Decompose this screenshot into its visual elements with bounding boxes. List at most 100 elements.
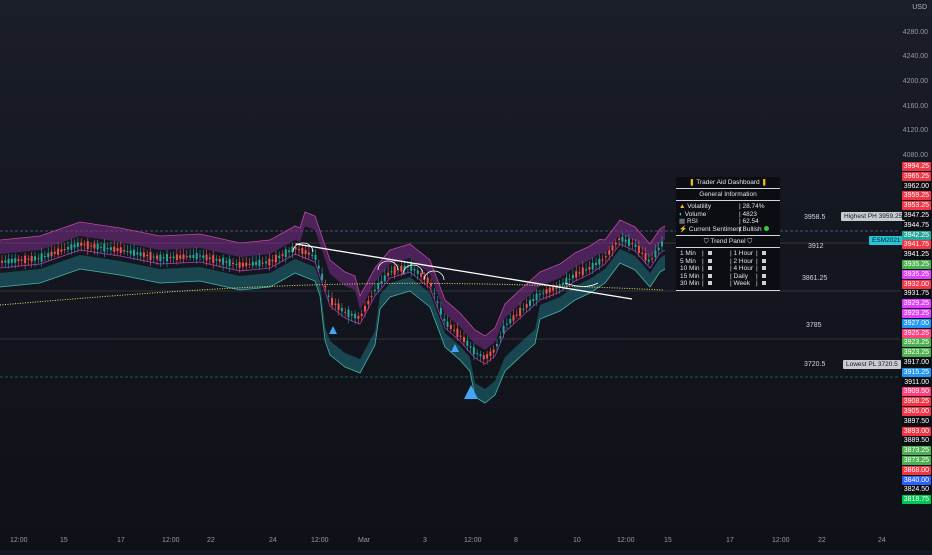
- candle-body: [146, 254, 149, 257]
- candle-body: [192, 254, 195, 258]
- candle-body: [588, 267, 591, 270]
- candle-body: [578, 272, 581, 274]
- candle-body: [651, 258, 654, 260]
- price-plot[interactable]: [0, 0, 932, 550]
- candle-body: [585, 269, 588, 271]
- candle-body: [20, 259, 23, 261]
- candle-body: [93, 243, 96, 249]
- time-axis-label: 15: [664, 537, 672, 544]
- candle-body: [453, 329, 456, 331]
- candle-body: [433, 293, 436, 295]
- candle-body: [152, 256, 155, 258]
- candle-body: [357, 315, 360, 319]
- level-label: 3861.25: [802, 275, 828, 282]
- candle-body: [654, 250, 657, 258]
- candle-body: [321, 273, 324, 280]
- candle-body: [251, 261, 254, 266]
- candle-body: [50, 251, 53, 257]
- candle-body: [53, 251, 56, 254]
- candle-body: [63, 249, 66, 251]
- candle-body: [621, 236, 624, 242]
- price-tag: 3923.25: [901, 348, 931, 358]
- candle-body: [373, 289, 376, 291]
- price-tag: 3824.50: [901, 485, 931, 495]
- time-axis-label: 12:00: [311, 537, 329, 544]
- candle-body: [294, 247, 297, 250]
- candle-body: [637, 245, 640, 254]
- time-axis-label: 24: [269, 537, 277, 544]
- candle-body: [179, 255, 182, 259]
- candle-body: [24, 255, 27, 264]
- price-tag: 3962.00: [901, 181, 931, 191]
- time-axis-label: 8: [514, 537, 518, 544]
- time-axis-label: 12:00: [617, 537, 635, 544]
- candle-body: [360, 313, 363, 316]
- candle-body: [334, 303, 337, 305]
- candle-body: [218, 259, 221, 262]
- candle-body: [265, 261, 267, 264]
- candle-body: [119, 247, 122, 253]
- candle-body: [261, 262, 264, 264]
- time-axis-label: Mar: [358, 537, 371, 544]
- candle-body: [27, 258, 30, 260]
- bullish-status-dot: [763, 225, 769, 231]
- candle-body: [149, 252, 152, 261]
- metric-row: ▦ RSI | 62.54: [679, 218, 759, 225]
- candle-body: [538, 293, 541, 295]
- candle-body: [340, 307, 343, 312]
- candle-body: [370, 295, 373, 297]
- candle-body: [185, 256, 188, 258]
- candle-body: [248, 263, 251, 265]
- time-axis-label: 12:00: [162, 537, 180, 544]
- candle-body: [446, 321, 449, 327]
- candle-body: [205, 254, 208, 261]
- candle-body: [463, 337, 465, 342]
- candle-body: [43, 255, 46, 257]
- candle-body: [317, 265, 320, 269]
- candle-body: [67, 246, 69, 250]
- candle-body: [575, 271, 578, 278]
- candle-body: [472, 347, 475, 355]
- candle-body: [492, 349, 495, 353]
- candle-body: [456, 328, 459, 337]
- candle-body: [337, 303, 340, 311]
- candle-body: [156, 255, 159, 260]
- candle-body: [331, 297, 333, 306]
- candle-body: [30, 255, 33, 262]
- candle-body: [644, 253, 647, 261]
- candle-body: [86, 241, 89, 250]
- time-axis-label: 12:00: [10, 537, 28, 544]
- candle-body: [1, 260, 3, 263]
- metric-row: ▲ Volatility | 28.74%: [679, 203, 765, 210]
- candle-body: [347, 309, 350, 318]
- candle-body: [284, 249, 287, 257]
- chart-area[interactable]: [0, 0, 932, 550]
- candle-body: [482, 355, 485, 360]
- price-tag: 3905.00: [901, 407, 931, 416]
- candle-body: [37, 258, 40, 260]
- candle-body: [390, 271, 393, 273]
- candle-body: [522, 308, 525, 310]
- price-tag: 3941.75: [901, 240, 931, 250]
- candle-body: [476, 352, 479, 354]
- price-tag: 3889.50: [901, 436, 931, 446]
- candle-body: [525, 304, 528, 308]
- dashboard-title: ❚ Trader Aid Dashboard ❚: [676, 177, 780, 189]
- candle-body: [7, 258, 10, 264]
- candle-body: [552, 287, 555, 291]
- price-tag: 3908.25: [901, 397, 931, 407]
- candle-body: [618, 238, 621, 241]
- candle-body: [159, 254, 162, 262]
- candle-body: [367, 300, 370, 305]
- price-tag: 3935.25: [901, 260, 931, 269]
- trend-row: 10 Min | | 4 Hour |: [676, 265, 780, 273]
- candle-body: [327, 295, 330, 297]
- candle-body: [479, 354, 482, 357]
- candle-body: [172, 256, 175, 259]
- candle-body: [529, 300, 531, 306]
- shield-icon: ⛉: [747, 238, 753, 245]
- candle-body: [383, 275, 386, 282]
- candle-body: [166, 253, 168, 262]
- candle-body: [109, 247, 112, 251]
- price-tag: 3931.75: [901, 289, 931, 299]
